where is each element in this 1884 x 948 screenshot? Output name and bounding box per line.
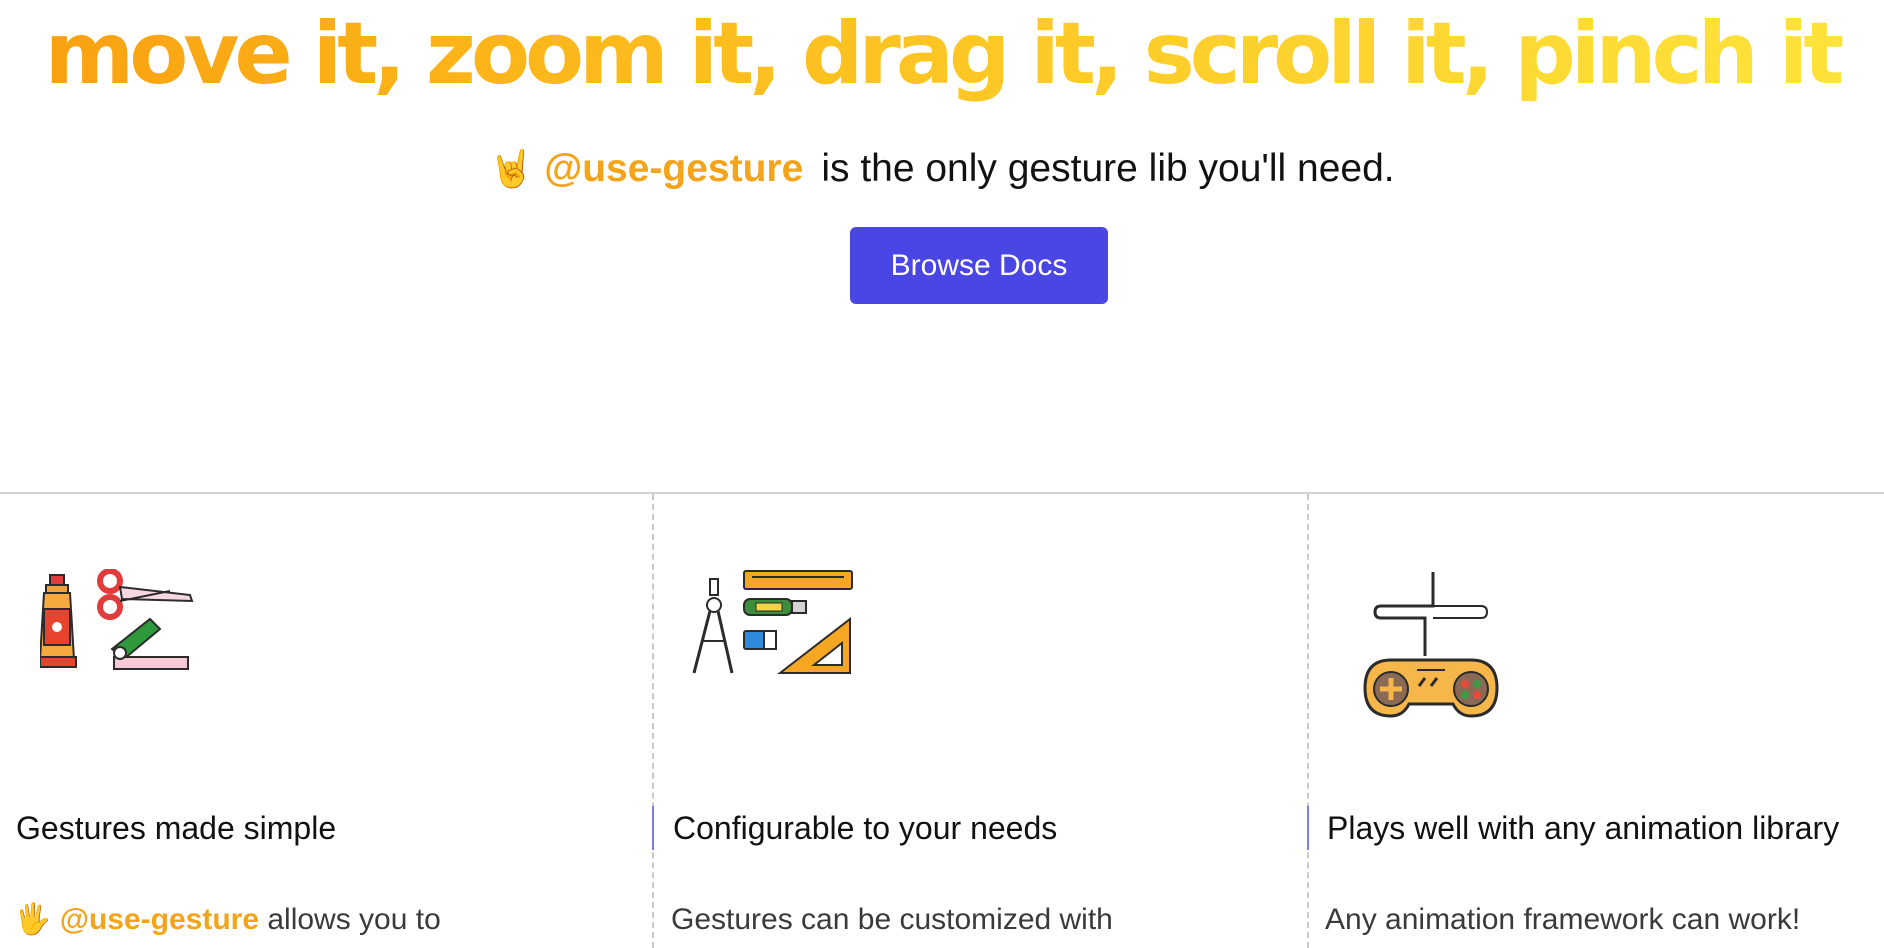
feature-description: Any animation framework can work! (1325, 903, 1801, 936)
feature-card-gestures: Gestures made simple 🖐 @use-gesture allo… (0, 494, 652, 948)
hero-section: move it, zoom it, drag it, scroll it, pi… (0, 0, 1884, 490)
gamepad-icon (1363, 572, 1499, 718)
hero-headline: move it, zoom it, drag it, scroll it, pi… (0, 0, 1884, 114)
feature-card-configurable: Configurable to your needs Gestures can … (652, 494, 1307, 948)
feature-description: 🖐 @use-gesture allows you to (14, 898, 441, 942)
feature-title: Gestures made simple (16, 810, 337, 846)
feature-card-animation: Plays well with any animation library An… (1307, 494, 1884, 948)
drafting-tools-icon (692, 570, 853, 674)
title-accent-bar (652, 806, 654, 850)
feature-title: Plays well with any animation library (1327, 810, 1840, 846)
raised-hand-icon: 🖐 (14, 903, 52, 936)
description-text: allows you to (267, 903, 441, 936)
feature-title: Configurable to your needs (673, 810, 1058, 846)
rock-hand-icon: 🤘 (489, 148, 535, 189)
features-section: Gestures made simple 🖐 @use-gesture allo… (0, 494, 1884, 948)
tagline-text: is the only gesture lib you'll need. (821, 147, 1395, 190)
feature-description: Gestures can be customized with (671, 903, 1113, 936)
title-accent-bar (1307, 806, 1309, 850)
craft-tools-icon (40, 569, 194, 670)
browse-docs-button[interactable]: Browse Docs (850, 227, 1108, 304)
description-brand-link[interactable]: @use-gesture (60, 903, 259, 936)
hero-tagline: 🤘 @use-gesture is the only gesture lib you… (0, 142, 1884, 196)
tagline-brand-link[interactable]: @use-gesture (544, 147, 803, 190)
